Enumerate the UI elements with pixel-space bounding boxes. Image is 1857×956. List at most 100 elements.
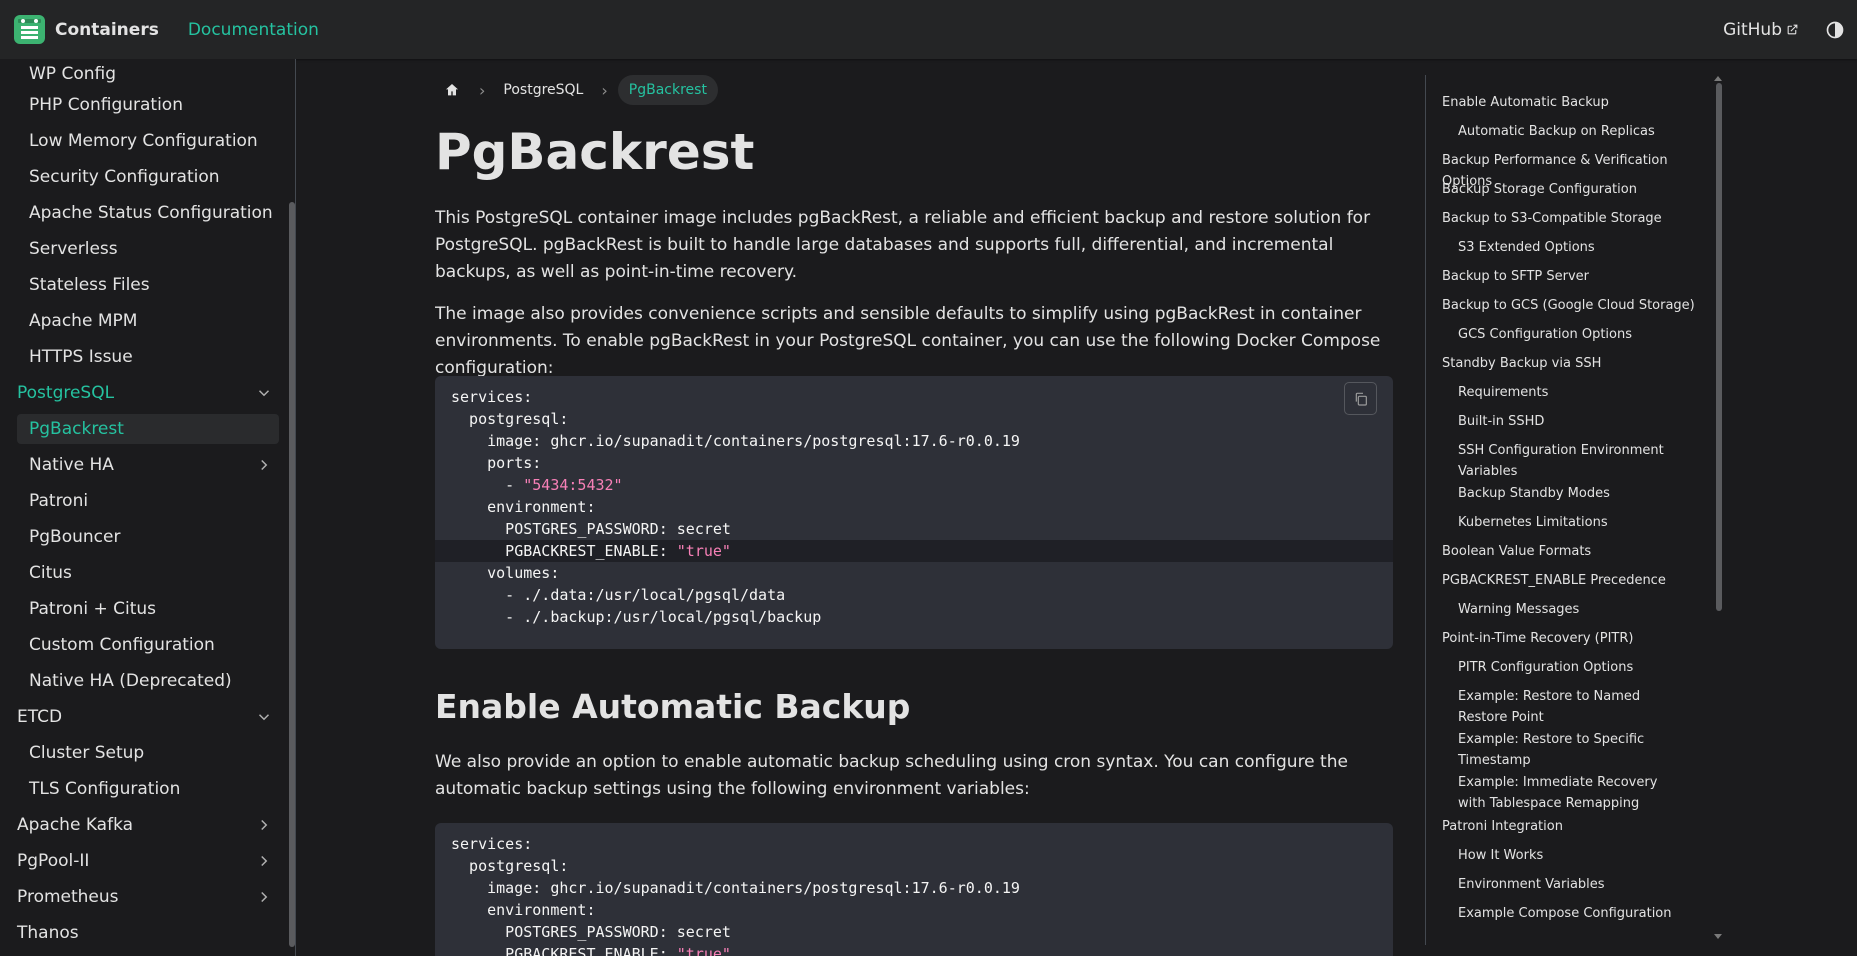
breadcrumb: › PostgreSQL › PgBackrest	[435, 74, 718, 106]
sidebar-category-pgpool-ii[interactable]: PgPool-II	[17, 846, 279, 876]
sidebar-item-apache-mpm[interactable]: Apache MPM	[17, 306, 279, 336]
toc-item[interactable]: Example: Immediate Recovery with Tablesp…	[1458, 772, 1688, 814]
code-line: image: ghcr.io/supanadit/containers/post…	[435, 430, 1393, 452]
code-text: volumes:	[451, 564, 560, 582]
toc-item[interactable]: Backup Storage Configuration	[1442, 179, 1704, 200]
sidebar-item-security-configuration[interactable]: Security Configuration	[17, 162, 279, 192]
toc-item[interactable]: Backup to SFTP Server	[1442, 266, 1704, 287]
github-label: GitHub	[1723, 19, 1782, 40]
sidebar-item-pgbouncer[interactable]: PgBouncer	[17, 522, 279, 552]
toc-item[interactable]: Standby Backup via SSH	[1442, 353, 1704, 374]
chevron-down-icon[interactable]	[255, 708, 273, 726]
sidebar-category-postgresql[interactable]: PostgreSQL	[17, 378, 279, 408]
sidebar-item-label: Stateless Files	[29, 275, 150, 295]
intro-paragraph-2: The image also provides convenience scri…	[435, 304, 1381, 378]
toc-item[interactable]: Backup to S3-Compatible Storage	[1442, 208, 1704, 229]
toc-item[interactable]: Environment Variables	[1458, 874, 1688, 895]
sidebar-item-patroni-citus[interactable]: Patroni + Citus	[17, 594, 279, 624]
code-line: postgresql:	[435, 855, 1393, 877]
toc-item[interactable]: GCS Configuration Options	[1458, 324, 1688, 345]
toc-item[interactable]: Warning Messages	[1458, 599, 1688, 620]
code-line: environment:	[435, 496, 1393, 518]
sidebar-item-low-memory-configuration[interactable]: Low Memory Configuration	[17, 126, 279, 156]
brand-link[interactable]: Containers	[14, 15, 159, 44]
code-text: PGBACKREST_ENABLE:	[451, 542, 677, 560]
toc-item[interactable]: Backup Standby Modes	[1458, 483, 1688, 504]
toc-item[interactable]: Patroni Integration	[1442, 816, 1704, 837]
code-line: - "5434:5432"	[435, 474, 1393, 496]
code-string: "5434:5432"	[523, 476, 623, 494]
code-line: ports:	[435, 452, 1393, 474]
toc-item[interactable]: PGBACKREST_ENABLE Precedence	[1442, 570, 1704, 591]
sidebar-scrollbar-thumb[interactable]	[289, 202, 295, 947]
external-link-icon	[1787, 24, 1798, 35]
chevron-right-icon[interactable]	[255, 816, 273, 834]
sidebar-category-apache-kafka[interactable]: Apache Kafka	[17, 810, 279, 840]
sidebar-item-stateless-files[interactable]: Stateless Files	[17, 270, 279, 300]
code-line: postgresql:	[435, 408, 1393, 430]
section-paragraph: We also provide an option to enable auto…	[435, 752, 1348, 799]
copy-button[interactable]	[1344, 382, 1377, 415]
sidebar-item-tls-configuration[interactable]: TLS Configuration	[17, 774, 279, 804]
home-icon	[446, 84, 458, 96]
toc-item[interactable]: Kubernetes Limitations	[1458, 512, 1688, 533]
code-lines: services: postgresql: image: ghcr.io/sup…	[435, 833, 1393, 956]
sidebar-item-native-ha[interactable]: Native HA	[17, 450, 279, 480]
sidebar-item-native-ha-deprecated[interactable]: Native HA (Deprecated)	[17, 666, 279, 696]
github-link[interactable]: GitHub	[1723, 20, 1799, 40]
chevron-right-icon[interactable]	[255, 852, 273, 870]
breadcrumb-item-postgresql[interactable]: PostgreSQL	[495, 82, 591, 98]
chevron-right-icon[interactable]	[255, 888, 273, 906]
sidebar-item-serverless[interactable]: Serverless	[17, 234, 279, 264]
intro-paragraph-1: This PostgreSQL container image includes…	[435, 208, 1371, 282]
toc-item[interactable]: How It Works	[1458, 845, 1688, 866]
sidebar-item-label: Low Memory Configuration	[29, 131, 258, 151]
sidebar-item-patroni[interactable]: Patroni	[17, 486, 279, 516]
toc-item[interactable]: S3 Extended Options	[1458, 237, 1688, 258]
toc-item[interactable]: Backup to GCS (Google Cloud Storage)	[1442, 295, 1704, 316]
toc-item[interactable]: Built-in SSHD	[1458, 411, 1688, 432]
sidebar-item-pgbackrest[interactable]: PgBackrest	[17, 414, 279, 444]
sidebar-category-prometheus[interactable]: Prometheus	[17, 882, 279, 912]
sidebar-item-custom-configuration[interactable]: Custom Configuration	[17, 630, 279, 660]
toc-item[interactable]: SSH Configuration Environment Variables	[1458, 440, 1688, 482]
breadcrumb-home[interactable]	[435, 74, 469, 106]
sidebar-item-label: Patroni	[29, 491, 89, 511]
sidebar-category-thanos[interactable]: Thanos	[17, 918, 279, 948]
chevron-right-icon[interactable]	[255, 456, 273, 474]
toc-scroll-down-arrow[interactable]	[1714, 934, 1722, 939]
chevron-down-icon[interactable]	[255, 384, 273, 402]
toc-item[interactable]: Example: Restore to Named Restore Point	[1458, 686, 1688, 728]
theme-toggle-icon[interactable]	[1825, 20, 1845, 40]
section-heading-enable-automatic-backup: Enable Automatic Backup	[435, 687, 911, 726]
top-navbar: Containers Documentation GitHub	[0, 0, 1857, 59]
code-line: - ./.data:/usr/local/pgsql/data	[435, 584, 1393, 606]
toc-item[interactable]: Enable Automatic Backup	[1442, 92, 1704, 113]
toc-item[interactable]: Point-in-Time Recovery (PITR)	[1442, 628, 1704, 649]
code-text: - ./.data:/usr/local/pgsql/data	[451, 586, 786, 604]
toc-item[interactable]: Requirements	[1458, 382, 1688, 403]
sidebar-item-apache-status-configuration[interactable]: Apache Status Configuration	[17, 198, 279, 228]
sidebar-item-label: Security Configuration	[29, 167, 220, 187]
code-block-auto-backup: services: postgresql: image: ghcr.io/sup…	[435, 823, 1393, 956]
sidebar-item-https-issue[interactable]: HTTPS Issue	[17, 342, 279, 372]
nav-documentation-link[interactable]: Documentation	[188, 20, 319, 40]
sidebar-item-label: Thanos	[17, 923, 79, 943]
code-text: environment:	[451, 901, 596, 919]
code-line: image: ghcr.io/supanadit/containers/post…	[435, 877, 1393, 899]
toc-scroll-up-arrow[interactable]	[1714, 76, 1722, 81]
sidebar-item-wp-config[interactable]: WP Config	[17, 59, 279, 89]
sidebar-item-label: WP Config	[29, 64, 117, 84]
toc-item[interactable]: Example: Restore to Specific Timestamp	[1458, 729, 1688, 771]
sidebar-item-label: PHP Configuration	[29, 95, 183, 115]
sidebar-item-citus[interactable]: Citus	[17, 558, 279, 588]
toc-item[interactable]: Example Compose Configuration	[1458, 903, 1688, 924]
toc-item[interactable]: PITR Configuration Options	[1458, 657, 1688, 678]
toc-scrollbar-thumb[interactable]	[1716, 83, 1722, 611]
sidebar-item-php-configuration[interactable]: PHP Configuration	[17, 90, 279, 120]
main-content: › PostgreSQL › PgBackrest PgBackrest Thi…	[435, 59, 1393, 956]
sidebar-category-etcd[interactable]: ETCD	[17, 702, 279, 732]
toc-item[interactable]: Automatic Backup on Replicas	[1458, 121, 1688, 142]
sidebar-item-cluster-setup[interactable]: Cluster Setup	[17, 738, 279, 768]
toc-item[interactable]: Boolean Value Formats	[1442, 541, 1704, 562]
